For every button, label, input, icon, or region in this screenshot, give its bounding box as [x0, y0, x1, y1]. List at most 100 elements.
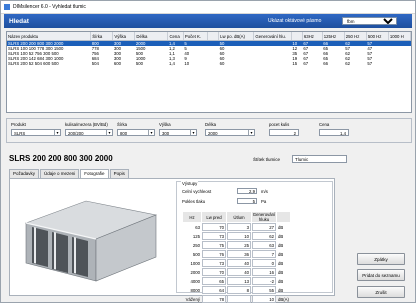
filter-panel: Produkt SLRS ▼ kulisa/mezera (BV/Bd) 200/…: [6, 118, 412, 143]
grid-col-header[interactable]: Cena: [167, 32, 184, 41]
col-hz: Hz: [183, 212, 201, 222]
filter-vyska[interactable]: Výška 300 ▼: [159, 122, 197, 136]
table-cell: 66: [323, 61, 328, 66]
band-cell-c: 10: [252, 295, 276, 303]
filter-produkt[interactable]: Produkt SLRS ▼: [11, 122, 61, 136]
band-cell-b: 13: [227, 277, 251, 285]
grid-col-header[interactable]: Výška: [112, 32, 136, 41]
chevron-down-icon[interactable]: ▼: [248, 130, 254, 135]
band-cell-a: 65: [202, 277, 226, 285]
grid-col-header[interactable]: Generování hlu.: [253, 32, 292, 41]
chevron-down-icon[interactable]: ▼: [148, 130, 154, 135]
table-cell: 57: [367, 61, 373, 66]
table-cell: 500: [135, 61, 144, 66]
band-cell-c: 62: [252, 232, 276, 240]
band-cell-c: 27: [252, 223, 276, 231]
grid-col-header[interactable]: 500 Hz: [366, 32, 389, 41]
tab-udaje[interactable]: Údaje o mezeni: [40, 169, 80, 178]
results-grid[interactable]: Název produktu Šírka Výška Délka Cena Počet K…: [6, 31, 412, 113]
band-cell-a: 64: [202, 286, 226, 294]
table-cell: 504: [91, 61, 99, 66]
photo-tab-panel: Výstupy Celní vychleost 2,9 m/s Pokles t…: [9, 178, 335, 303]
band-cell-hz: 63: [195, 224, 200, 230]
band-cell-a: 70: [202, 223, 226, 231]
search-banner: Hledat Ukázat oktávové pásmo fbm: [4, 14, 412, 28]
grid-col-header[interactable]: Šírka: [90, 32, 114, 41]
band-cell-a: 73: [202, 232, 226, 240]
band-cell-u: dB(A): [278, 296, 289, 302]
table-cell: [254, 61, 291, 66]
band-row: 250 75 25 63 dB: [183, 241, 290, 249]
tab-strip: Požadavky Údaje o mezeni Fotografie Popis: [9, 169, 130, 178]
outputs-label: Výstupy: [181, 181, 199, 186]
silencer-photo: [24, 200, 158, 282]
band-cell-u: dB: [278, 242, 284, 248]
table-row[interactable]: SLRS 200 52 504 600 500 504 600 500 1,4 10 60 1…: [7, 61, 411, 66]
table-cell: 67: [303, 61, 309, 66]
pressure-drop-value: 5: [237, 198, 257, 204]
tab-fotografie[interactable]: Fotografie: [80, 169, 109, 178]
band-select[interactable]: fbm: [342, 17, 397, 25]
back-button[interactable]: Zpátky: [357, 253, 405, 265]
filter-cena[interactable]: Cena 1,4: [319, 122, 349, 136]
band-cell-c: 63: [252, 241, 276, 249]
band-row: 63 70 3 27 dB: [183, 223, 290, 231]
band-cell-c: 7: [252, 250, 276, 258]
filter-kulisa[interactable]: kulisa/mezera (BV/Bd) 200/200 ▼: [65, 122, 113, 136]
band-row: 4000 65 13 -2 dB: [183, 277, 290, 285]
grid-col-header[interactable]: 250 Hz: [344, 32, 367, 41]
band-row: 125 73 10 62 dB: [183, 232, 290, 240]
cancel-button[interactable]: Zrušit: [357, 286, 405, 298]
table-cell: 600: [113, 61, 121, 66]
band-cell-b: 3: [227, 223, 251, 231]
grid-col-header[interactable]: [207, 32, 220, 41]
band-cell-u: dB: [278, 269, 284, 275]
band-cell-u: dB: [278, 287, 284, 293]
pressure-drop-label: Pokles tlaku: [182, 199, 206, 204]
search-heading: Hledat: [9, 18, 29, 25]
tab-pozadavky[interactable]: Požadavky: [9, 169, 40, 178]
band-cell-a: 76: [202, 250, 226, 258]
app-icon: [4, 4, 10, 10]
band-cell-u: dB: [278, 233, 284, 239]
grid-col-header[interactable]: 63Hz: [302, 32, 323, 41]
band-row: 500 76 36 7 dB: [183, 250, 290, 258]
table-cell: 60: [219, 61, 225, 66]
filter-pocet-kulis[interactable]: pocet kulis 2: [269, 122, 299, 136]
band-cell-u: dB: [278, 224, 284, 230]
grid-col-header[interactable]: Délka: [134, 32, 169, 41]
table-cell: 15: [292, 61, 298, 66]
grid-col-header[interactable]: 125Hz: [322, 32, 345, 41]
band-cell-a: 75: [202, 241, 226, 249]
chevron-down-icon[interactable]: ▼: [54, 130, 60, 135]
band-cell-hz: 125: [192, 233, 200, 239]
grid-col-header[interactable]: Lw po. dB(A): [218, 32, 255, 41]
band-cell-u: dB: [278, 278, 284, 284]
band-cell-hz: Vážený: [185, 296, 200, 302]
band-cell-u: dB: [278, 260, 284, 266]
grid-col-header[interactable]: 1000 H: [388, 32, 411, 41]
col-utlum: Útlum: [227, 212, 251, 222]
grid-col-header[interactable]: Název produktu: [7, 32, 92, 41]
label-field[interactable]: Tlumic: [292, 155, 347, 163]
band-cell-b: 36: [227, 250, 251, 258]
add-to-list-button[interactable]: Pridat do seznamu: [357, 269, 405, 281]
band-cell-a: 70: [202, 268, 226, 276]
band-row: Vážený 78 10 dB(A): [183, 295, 290, 303]
filter-sirka[interactable]: Šírka 800 ▼: [117, 122, 155, 136]
band-cell-b: [227, 295, 251, 303]
chevron-down-icon[interactable]: ▼: [190, 130, 196, 135]
grid-col-header[interactable]: [291, 32, 303, 41]
band-cell-c: -2: [252, 277, 276, 285]
band-cell-c: 16: [252, 268, 276, 276]
chevron-down-icon[interactable]: ▼: [106, 130, 112, 135]
grid-col-header[interactable]: Počet K.: [183, 32, 209, 41]
band-cell-hz: 4000: [190, 278, 200, 284]
filter-delka[interactable]: Délka 2000 ▼: [205, 122, 255, 136]
band-cell-b: 40: [227, 268, 251, 276]
velocity-label: Celní vychleost: [182, 189, 212, 194]
band-cell-b: 10: [227, 232, 251, 240]
band-row: 8000 64 8 55 dB: [183, 286, 290, 294]
band-cell-hz: 2000: [190, 269, 200, 275]
tab-popis[interactable]: Popis: [109, 169, 129, 178]
